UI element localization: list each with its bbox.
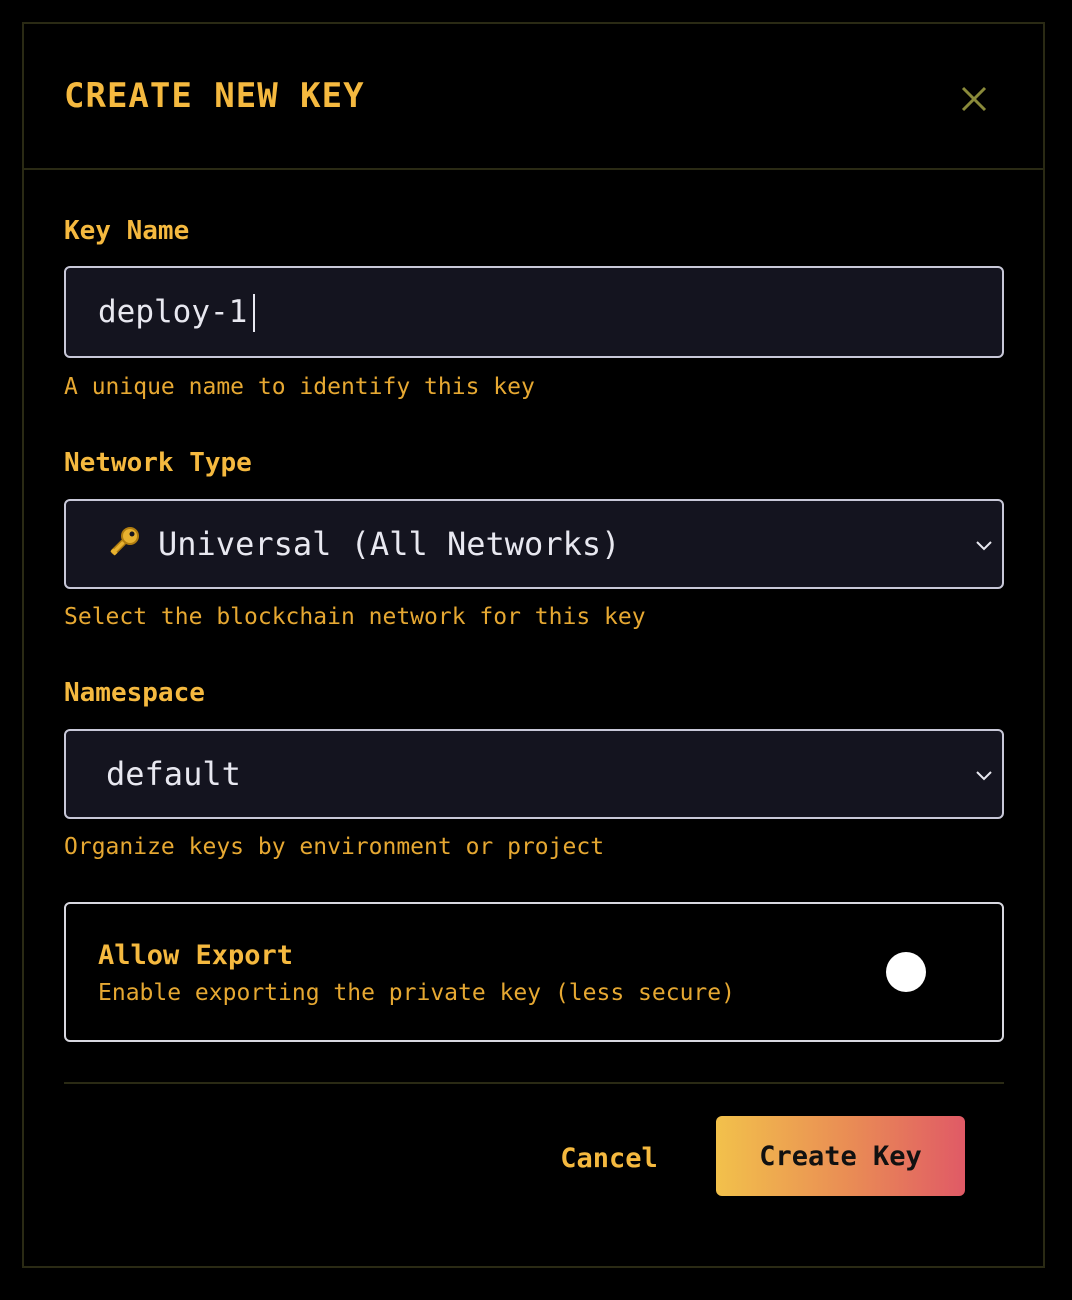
key-icon [110, 527, 139, 556]
key-name-field[interactable] [64, 266, 1004, 358]
close-icon [961, 86, 987, 112]
namespace-select[interactable]: default [64, 729, 1004, 819]
text-caret [253, 294, 255, 332]
allow-export-card: Allow Export Enable exporting the privat… [64, 902, 1004, 1042]
allow-export-title: Allow Export [98, 940, 294, 971]
chevron-down-icon [976, 541, 992, 551]
key-name-input[interactable] [98, 268, 958, 356]
toggle-knob [886, 952, 926, 992]
namespace-value: default [106, 755, 241, 793]
network-type-value-wrap: Universal (All Networks) [106, 525, 620, 563]
allow-export-toggle[interactable] [868, 950, 928, 994]
namespace-helper: Organize keys by environment or project [64, 834, 605, 860]
allow-export-description: Enable exporting the private key (less s… [98, 980, 735, 1006]
network-type-helper: Select the blockchain network for this k… [64, 604, 646, 630]
create-key-button[interactable]: Create Key [716, 1116, 965, 1196]
modal-header: CREATE NEW KEY [24, 24, 1043, 170]
namespace-label: Namespace [64, 678, 205, 708]
network-type-select[interactable]: Universal (All Networks) [64, 499, 1004, 589]
key-name-label: Key Name [64, 216, 190, 246]
modal-title: CREATE NEW KEY [64, 76, 365, 116]
network-type-value: Universal (All Networks) [158, 525, 621, 563]
close-button[interactable] [954, 79, 994, 119]
cancel-button[interactable]: Cancel [544, 1118, 674, 1198]
chevron-down-icon [976, 771, 992, 781]
key-name-helper: A unique name to identify this key [64, 374, 535, 400]
footer-divider [64, 1082, 1004, 1084]
network-type-label: Network Type [64, 448, 252, 478]
create-key-modal: CREATE NEW KEY Key Name A unique name to… [22, 22, 1045, 1268]
